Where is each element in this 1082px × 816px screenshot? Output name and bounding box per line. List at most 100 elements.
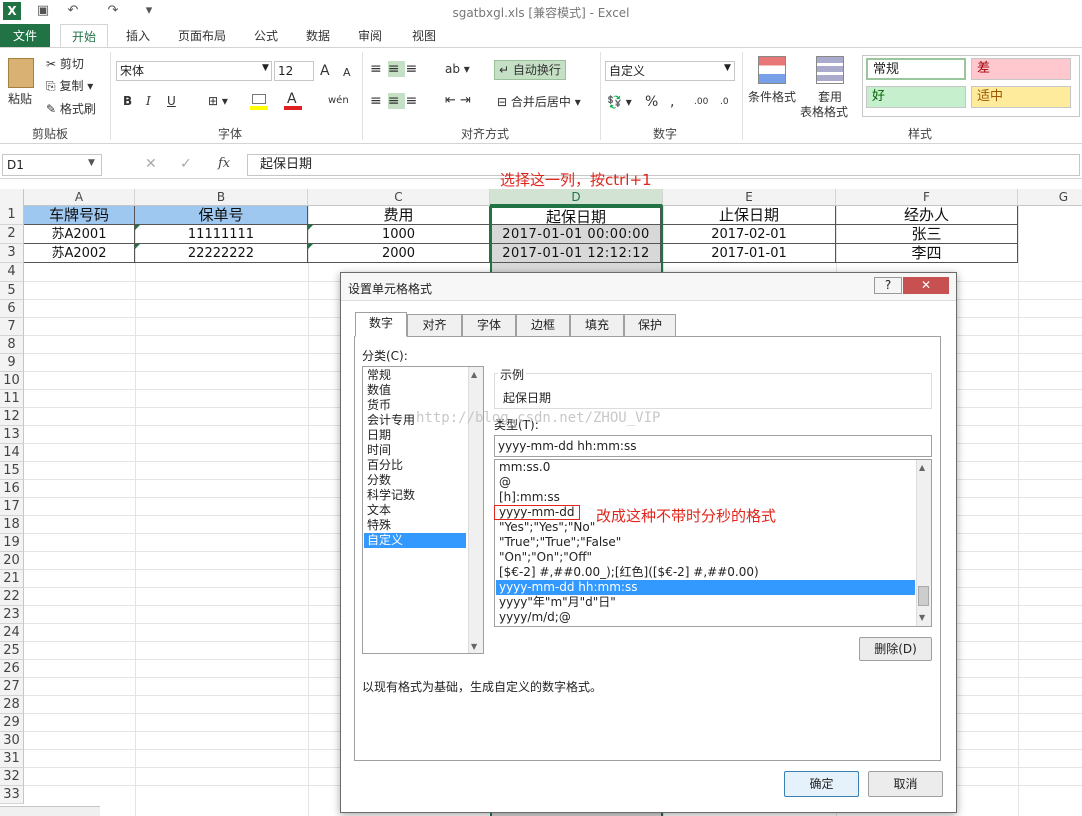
accounting-icon[interactable]: 💱 ▾: [607, 93, 632, 111]
row-header-8[interactable]: 8: [0, 336, 24, 354]
category-percentage[interactable]: 百分比: [364, 458, 467, 473]
row-header-21[interactable]: 21: [0, 570, 24, 588]
cut-button[interactable]: ✂ 剪切: [46, 55, 84, 73]
tab-review[interactable]: 审阅: [350, 24, 390, 48]
row-header-13[interactable]: 13: [0, 426, 24, 444]
style-normal[interactable]: 常规: [866, 58, 966, 80]
cell-b1[interactable]: 保单号: [135, 206, 308, 225]
fill-color-icon[interactable]: [252, 94, 266, 104]
scroll-down-icon[interactable]: ▼: [471, 642, 477, 651]
row-header-20[interactable]: 20: [0, 552, 24, 570]
ok-button[interactable]: 确定: [784, 771, 859, 797]
column-header-f[interactable]: F: [836, 189, 1018, 206]
category-time[interactable]: 时间: [364, 443, 467, 458]
column-header-c[interactable]: C: [308, 189, 490, 206]
dialog-close-button[interactable]: ✕: [903, 277, 949, 294]
category-custom[interactable]: 自定义: [364, 533, 466, 548]
font-name-select[interactable]: 宋体: [116, 61, 272, 81]
tab-home[interactable]: 开始: [60, 24, 108, 48]
number-format-select[interactable]: 自定义: [605, 61, 735, 81]
row-header-4[interactable]: 4: [0, 263, 24, 282]
shrink-font-button[interactable]: A: [343, 64, 351, 82]
enter-icon[interactable]: ✓: [180, 156, 192, 172]
tab-fill[interactable]: 填充: [570, 314, 624, 337]
row-header-1[interactable]: 1: [0, 206, 24, 225]
row-header-5[interactable]: 5: [0, 282, 24, 300]
row-header-12[interactable]: 12: [0, 408, 24, 426]
paste-button[interactable]: 粘贴: [8, 90, 32, 108]
category-date[interactable]: 日期: [364, 428, 467, 443]
category-scientific[interactable]: 科学记数: [364, 488, 467, 503]
column-header-d[interactable]: D: [490, 189, 663, 206]
vertical-align-icons[interactable]: ≡≡≡: [370, 60, 423, 78]
row-header-31[interactable]: 31: [0, 750, 24, 768]
row-header-3[interactable]: 3: [0, 244, 24, 263]
cell-e2[interactable]: 2017-02-01: [663, 225, 836, 244]
cancel-button[interactable]: 取消: [868, 771, 943, 797]
scroll-up-icon[interactable]: ▲: [919, 463, 925, 472]
cell-c1[interactable]: 费用: [308, 206, 490, 225]
scroll-up-icon[interactable]: ▲: [471, 370, 477, 379]
wrap-text-button[interactable]: ↵ 自动换行: [494, 60, 566, 80]
column-header-a[interactable]: A: [24, 189, 135, 206]
category-general[interactable]: 常规: [364, 368, 467, 383]
row-header-6[interactable]: 6: [0, 300, 24, 318]
underline-button[interactable]: U: [167, 92, 176, 110]
format-item-selected[interactable]: yyyy-mm-dd hh:mm:ss: [496, 580, 915, 595]
row-header-19[interactable]: 19: [0, 534, 24, 552]
paste-icon[interactable]: [8, 58, 34, 88]
category-number[interactable]: 数值: [364, 383, 467, 398]
font-size-select[interactable]: 12: [274, 61, 314, 81]
tab-font[interactable]: 字体: [462, 314, 516, 337]
row-header-15[interactable]: 15: [0, 462, 24, 480]
row-header-7[interactable]: 7: [0, 318, 24, 336]
cell-b3[interactable]: 22222222: [135, 244, 308, 263]
tab-protection[interactable]: 保护: [624, 314, 676, 337]
row-header-18[interactable]: 18: [0, 516, 24, 534]
format-item[interactable]: [$€-2] #,##0.00_);[红色]([$€-2] #,##0.00): [496, 565, 915, 580]
format-item[interactable]: "On";"On";"Off": [496, 550, 915, 565]
row-header-28[interactable]: 28: [0, 696, 24, 714]
formula-input[interactable]: 起保日期: [247, 154, 1080, 176]
row-header-17[interactable]: 17: [0, 498, 24, 516]
row-header-25[interactable]: 25: [0, 642, 24, 660]
cell-e3[interactable]: 2017-01-01: [663, 244, 836, 263]
name-box[interactable]: D1: [2, 154, 102, 176]
tab-insert[interactable]: 插入: [118, 24, 158, 48]
horizontal-align-icons[interactable]: ≡≡≡: [370, 92, 423, 110]
delete-button[interactable]: 删除(D): [859, 637, 932, 661]
format-item[interactable]: @: [496, 475, 915, 490]
tab-page-layout[interactable]: 页面布局: [170, 24, 234, 48]
italic-button[interactable]: I: [146, 92, 151, 110]
row-header-10[interactable]: 10: [0, 372, 24, 390]
comma-button[interactable]: ,: [670, 93, 674, 111]
category-fraction[interactable]: 分数: [364, 473, 467, 488]
row-header-32[interactable]: 32: [0, 768, 24, 786]
column-header-e[interactable]: E: [663, 189, 836, 206]
insert-function-icon[interactable]: fx: [218, 156, 230, 171]
conditional-format-icon[interactable]: [758, 56, 786, 84]
row-header-11[interactable]: 11: [0, 390, 24, 408]
tab-number[interactable]: 数字: [355, 312, 407, 337]
cell-f2[interactable]: 张三: [836, 225, 1018, 244]
grow-font-button[interactable]: A: [320, 62, 330, 80]
tab-view[interactable]: 视图: [404, 24, 444, 48]
row-header-27[interactable]: 27: [0, 678, 24, 696]
format-item[interactable]: "True";"True";"False": [496, 535, 915, 550]
scroll-down-icon[interactable]: ▼: [919, 613, 925, 622]
help-button[interactable]: ?: [874, 277, 902, 294]
phonetic-button[interactable]: wén: [328, 92, 349, 110]
column-header-g[interactable]: G: [1018, 189, 1082, 206]
cell-d1[interactable]: 起保日期: [492, 206, 661, 225]
row-header-14[interactable]: 14: [0, 444, 24, 462]
cell-a2[interactable]: 苏A2001: [24, 225, 135, 244]
cell-d3[interactable]: 2017-01-01 12:12:12: [492, 244, 661, 263]
percent-button[interactable]: %: [645, 93, 658, 111]
format-painter-button[interactable]: ✎ 格式刷: [46, 100, 96, 118]
column-header-b[interactable]: B: [135, 189, 308, 206]
row-header-23[interactable]: 23: [0, 606, 24, 624]
cell-e1[interactable]: 止保日期: [663, 206, 836, 225]
format-item[interactable]: mm:ss.0: [496, 460, 915, 475]
table-format-icon[interactable]: [816, 56, 844, 84]
cell-d2[interactable]: 2017-01-01 00:00:00: [492, 225, 661, 244]
